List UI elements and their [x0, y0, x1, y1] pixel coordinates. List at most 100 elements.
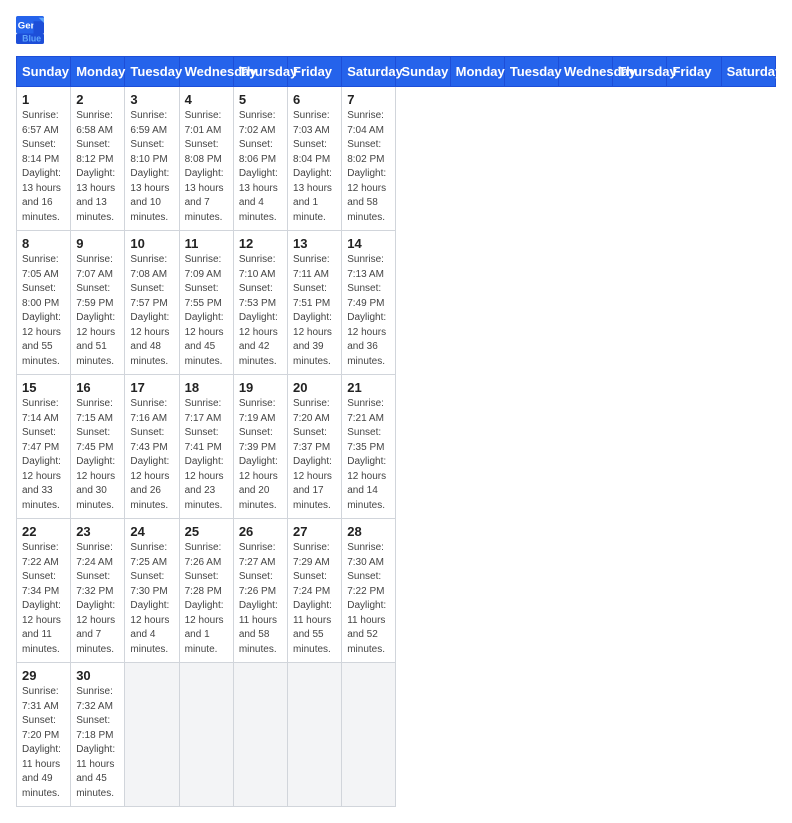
- calendar-cell: 8 Sunrise: 7:05 AM Sunset: 8:00 PM Daylig…: [17, 231, 71, 375]
- day-number: 30: [76, 668, 119, 683]
- calendar-cell: 27Sunrise: 7:29 AM Sunset: 7:24 PM Dayli…: [288, 519, 342, 663]
- day-info: Sunrise: 7:30 AM Sunset: 7:22 PM Dayligh…: [347, 541, 390, 657]
- day-info: Sunrise: 7:25 AM Sunset: 7:30 PM Dayligh…: [130, 541, 173, 657]
- day-number: 16: [76, 380, 119, 395]
- day-info: Sunrise: 7:17 AM Sunset: 7:41 PM Dayligh…: [185, 397, 228, 513]
- calendar-cell: 16Sunrise: 7:15 AM Sunset: 7:45 PM Dayli…: [71, 375, 125, 519]
- day-info: Sunrise: 7:05 AM Sunset: 8:00 PM Dayligh…: [22, 253, 65, 369]
- calendar-cell: 25 Sunrise: 7:26 AM Sunset: 7:28 PM Dayli…: [179, 519, 233, 663]
- calendar-cell: 7Sunrise: 7:04 AM Sunset: 8:02 PM Daylig…: [342, 87, 396, 231]
- day-info: Sunrise: 7:24 AM Sunset: 7:32 PM Dayligh…: [76, 541, 119, 657]
- day-number: 29: [22, 668, 65, 683]
- calendar-cell: 30 Sunrise: 7:32 AM Sunset: 7:18 PM Dayli…: [71, 663, 125, 807]
- day-info: Sunrise: 6:57 AM Sunset: 8:14 PM Dayligh…: [22, 109, 65, 225]
- column-header-saturday: Saturday: [721, 57, 775, 87]
- day-number: 10: [130, 236, 173, 251]
- column-header-monday: Monday: [71, 57, 125, 87]
- calendar-cell: 28 Sunrise: 7:30 AM Sunset: 7:22 PM Dayli…: [342, 519, 396, 663]
- calendar-cell: [125, 663, 179, 807]
- calendar-week-row: 15 Sunrise: 7:14 AM Sunset: 7:47 PM Dayli…: [17, 375, 776, 519]
- day-number: 2: [76, 92, 119, 107]
- day-info: Sunrise: 7:02 AM Sunset: 8:06 PM Dayligh…: [239, 109, 282, 225]
- calendar-cell: 4 Sunrise: 7:01 AM Sunset: 8:08 PM Daylig…: [179, 87, 233, 231]
- calendar-cell: 17 Sunrise: 7:16 AM Sunset: 7:43 PM Dayli…: [125, 375, 179, 519]
- calendar-cell: 29 Sunrise: 7:31 AM Sunset: 7:20 PM Dayli…: [17, 663, 71, 807]
- day-number: 8: [22, 236, 65, 251]
- day-info: Sunrise: 7:14 AM Sunset: 7:47 PM Dayligh…: [22, 397, 65, 513]
- column-header-sunday: Sunday: [17, 57, 71, 87]
- day-number: 6: [293, 92, 336, 107]
- calendar-cell: 26 Sunrise: 7:27 AM Sunset: 7:26 PM Dayli…: [233, 519, 287, 663]
- day-number: 19: [239, 380, 282, 395]
- day-number: 7: [347, 92, 390, 107]
- day-number: 28: [347, 524, 390, 539]
- day-number: 25: [185, 524, 228, 539]
- calendar-cell: 24Sunrise: 7:25 AM Sunset: 7:30 PM Dayli…: [125, 519, 179, 663]
- column-header-friday: Friday: [288, 57, 342, 87]
- day-info: Sunrise: 7:22 AM Sunset: 7:34 PM Dayligh…: [22, 541, 65, 657]
- page-header: General Blue: [16, 16, 776, 44]
- day-info: Sunrise: 6:58 AM Sunset: 8:12 PM Dayligh…: [76, 109, 119, 225]
- column-header-monday: Monday: [450, 57, 504, 87]
- calendar-cell: 19 Sunrise: 7:19 AM Sunset: 7:39 PM Dayli…: [233, 375, 287, 519]
- column-header-wednesday: Wednesday: [179, 57, 233, 87]
- day-info: Sunrise: 7:07 AM Sunset: 7:59 PM Dayligh…: [76, 253, 119, 369]
- logo-icon: General Blue: [16, 16, 44, 44]
- calendar-cell: 2 Sunrise: 6:58 AM Sunset: 8:12 PM Daylig…: [71, 87, 125, 231]
- calendar-cell: 12Sunrise: 7:10 AM Sunset: 7:53 PM Dayli…: [233, 231, 287, 375]
- day-info: Sunrise: 7:16 AM Sunset: 7:43 PM Dayligh…: [130, 397, 173, 513]
- column-header-tuesday: Tuesday: [125, 57, 179, 87]
- day-number: 14: [347, 236, 390, 251]
- day-info: Sunrise: 7:29 AM Sunset: 7:24 PM Dayligh…: [293, 541, 336, 657]
- calendar-cell: 14 Sunrise: 7:13 AM Sunset: 7:49 PM Dayli…: [342, 231, 396, 375]
- day-number: 26: [239, 524, 282, 539]
- column-header-sunday: Sunday: [396, 57, 450, 87]
- column-header-wednesday: Wednesday: [559, 57, 613, 87]
- calendar-week-row: 8 Sunrise: 7:05 AM Sunset: 8:00 PM Daylig…: [17, 231, 776, 375]
- day-info: Sunrise: 7:08 AM Sunset: 7:57 PM Dayligh…: [130, 253, 173, 369]
- calendar-cell: 23 Sunrise: 7:24 AM Sunset: 7:32 PM Dayli…: [71, 519, 125, 663]
- calendar-cell: 15 Sunrise: 7:14 AM Sunset: 7:47 PM Dayli…: [17, 375, 71, 519]
- day-info: Sunrise: 7:19 AM Sunset: 7:39 PM Dayligh…: [239, 397, 282, 513]
- day-info: Sunrise: 7:32 AM Sunset: 7:18 PM Dayligh…: [76, 685, 119, 801]
- day-info: Sunrise: 7:03 AM Sunset: 8:04 PM Dayligh…: [293, 109, 336, 225]
- day-info: Sunrise: 7:26 AM Sunset: 7:28 PM Dayligh…: [185, 541, 228, 657]
- day-info: Sunrise: 7:01 AM Sunset: 8:08 PM Dayligh…: [185, 109, 228, 225]
- calendar-cell: 9Sunrise: 7:07 AM Sunset: 7:59 PM Daylig…: [71, 231, 125, 375]
- day-info: Sunrise: 6:59 AM Sunset: 8:10 PM Dayligh…: [130, 109, 173, 225]
- day-number: 18: [185, 380, 228, 395]
- calendar-cell: 5 Sunrise: 7:02 AM Sunset: 8:06 PM Daylig…: [233, 87, 287, 231]
- day-info: Sunrise: 7:21 AM Sunset: 7:35 PM Dayligh…: [347, 397, 390, 513]
- day-info: Sunrise: 7:11 AM Sunset: 7:51 PM Dayligh…: [293, 253, 336, 369]
- day-info: Sunrise: 7:31 AM Sunset: 7:20 PM Dayligh…: [22, 685, 65, 801]
- column-header-thursday: Thursday: [233, 57, 287, 87]
- calendar-header-row: SundayMondayTuesdayWednesdayThursdayFrid…: [17, 57, 776, 87]
- day-number: 17: [130, 380, 173, 395]
- calendar-cell: 11Sunrise: 7:09 AM Sunset: 7:55 PM Dayli…: [179, 231, 233, 375]
- calendar-cell: [179, 663, 233, 807]
- day-number: 5: [239, 92, 282, 107]
- calendar-cell: 6 Sunrise: 7:03 AM Sunset: 8:04 PM Daylig…: [288, 87, 342, 231]
- day-number: 3: [130, 92, 173, 107]
- day-info: Sunrise: 7:13 AM Sunset: 7:49 PM Dayligh…: [347, 253, 390, 369]
- calendar-cell: [342, 663, 396, 807]
- calendar-table: SundayMondayTuesdayWednesdayThursdayFrid…: [16, 56, 776, 807]
- calendar-week-row: 1 Sunrise: 6:57 AM Sunset: 8:14 PM Daylig…: [17, 87, 776, 231]
- calendar-cell: 20 Sunrise: 7:20 AM Sunset: 7:37 PM Dayli…: [288, 375, 342, 519]
- day-info: Sunrise: 7:20 AM Sunset: 7:37 PM Dayligh…: [293, 397, 336, 513]
- column-header-friday: Friday: [667, 57, 721, 87]
- calendar-cell: 10 Sunrise: 7:08 AM Sunset: 7:57 PM Dayli…: [125, 231, 179, 375]
- day-number: 20: [293, 380, 336, 395]
- day-number: 13: [293, 236, 336, 251]
- calendar-cell: [288, 663, 342, 807]
- column-header-tuesday: Tuesday: [504, 57, 558, 87]
- day-number: 1: [22, 92, 65, 107]
- day-number: 23: [76, 524, 119, 539]
- calendar-cell: 18 Sunrise: 7:17 AM Sunset: 7:41 PM Dayli…: [179, 375, 233, 519]
- day-number: 22: [22, 524, 65, 539]
- day-number: 15: [22, 380, 65, 395]
- calendar-cell: 13 Sunrise: 7:11 AM Sunset: 7:51 PM Dayli…: [288, 231, 342, 375]
- day-info: Sunrise: 7:27 AM Sunset: 7:26 PM Dayligh…: [239, 541, 282, 657]
- svg-text:Blue: Blue: [22, 33, 41, 43]
- day-number: 4: [185, 92, 228, 107]
